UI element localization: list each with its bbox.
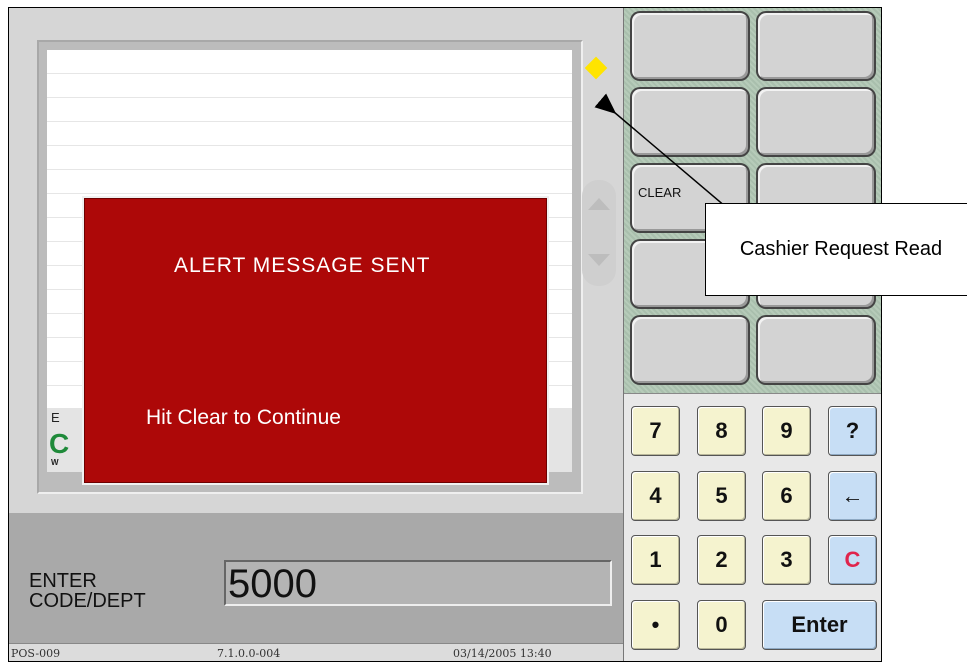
date-time: 03/14/2005 13:40: [453, 647, 552, 660]
function-key-2[interactable]: [756, 11, 876, 81]
yellow-diamond-icon: [584, 56, 608, 80]
annotation-text: Cashier Request Read: [739, 238, 943, 260]
key-9[interactable]: 9: [762, 406, 811, 456]
key-4[interactable]: 4: [631, 471, 680, 521]
entry-label: ENTER CODE/DEPT: [29, 570, 146, 612]
key-1[interactable]: 1: [631, 535, 680, 585]
function-key-10[interactable]: [756, 315, 876, 385]
footer-caption: W: [51, 458, 59, 467]
numeric-keypad: 7 8 9 ? 4 5 6 ← 1 2 3 C • 0 Enter: [624, 393, 881, 661]
key-7[interactable]: 7: [631, 406, 680, 456]
key-3[interactable]: 3: [762, 535, 811, 585]
key-6[interactable]: 6: [762, 471, 811, 521]
function-key-4[interactable]: [756, 87, 876, 157]
entry-value: 5000: [228, 562, 317, 606]
function-key-9[interactable]: [630, 315, 750, 385]
backspace-button[interactable]: ←: [828, 471, 877, 521]
function-key-3[interactable]: [630, 87, 750, 157]
key-2[interactable]: 2: [697, 535, 746, 585]
function-key-1[interactable]: [630, 11, 750, 81]
footer-label: E: [51, 410, 60, 425]
key-5[interactable]: 5: [697, 471, 746, 521]
status-bar: POS-009 7.1.0.0-004 03/14/2005 13:40: [9, 643, 623, 661]
scroll-down-icon[interactable]: [588, 254, 610, 266]
alert-dialog[interactable]: ALERT MESSAGE SENT Hit Clear to Continue: [82, 196, 549, 485]
terminal-id: POS-009: [11, 647, 61, 660]
scroll-up-icon[interactable]: [588, 198, 610, 210]
footer-total: C: [49, 428, 70, 459]
work-area: E C W ALERT MESSAGE SENT Hit Clear to Co…: [9, 8, 623, 513]
key-0[interactable]: 0: [697, 600, 746, 650]
alert-hint: Hit Clear to Continue: [146, 406, 341, 429]
annotation-callout: Cashier Request Read: [705, 203, 967, 296]
software-version: 7.1.0.0-004: [217, 647, 281, 660]
keypad-panel: CLEAR 7 8 9 ? 4 5 6 ← 1 2 3 C • 0 Enter: [623, 8, 881, 661]
clear-entry-button[interactable]: C: [828, 535, 877, 585]
alert-title: ALERT MESSAGE SENT: [174, 254, 431, 277]
key-8[interactable]: 8: [697, 406, 746, 456]
enter-button[interactable]: Enter: [762, 600, 877, 650]
pos-screen: E C W ALERT MESSAGE SENT Hit Clear to Co…: [8, 7, 882, 662]
help-button[interactable]: ?: [828, 406, 877, 456]
key-decimal[interactable]: •: [631, 600, 680, 650]
scroll-control[interactable]: [582, 180, 616, 286]
entry-area: ENTER CODE/DEPT 5000: [9, 513, 623, 643]
entry-field[interactable]: 5000: [224, 560, 612, 606]
